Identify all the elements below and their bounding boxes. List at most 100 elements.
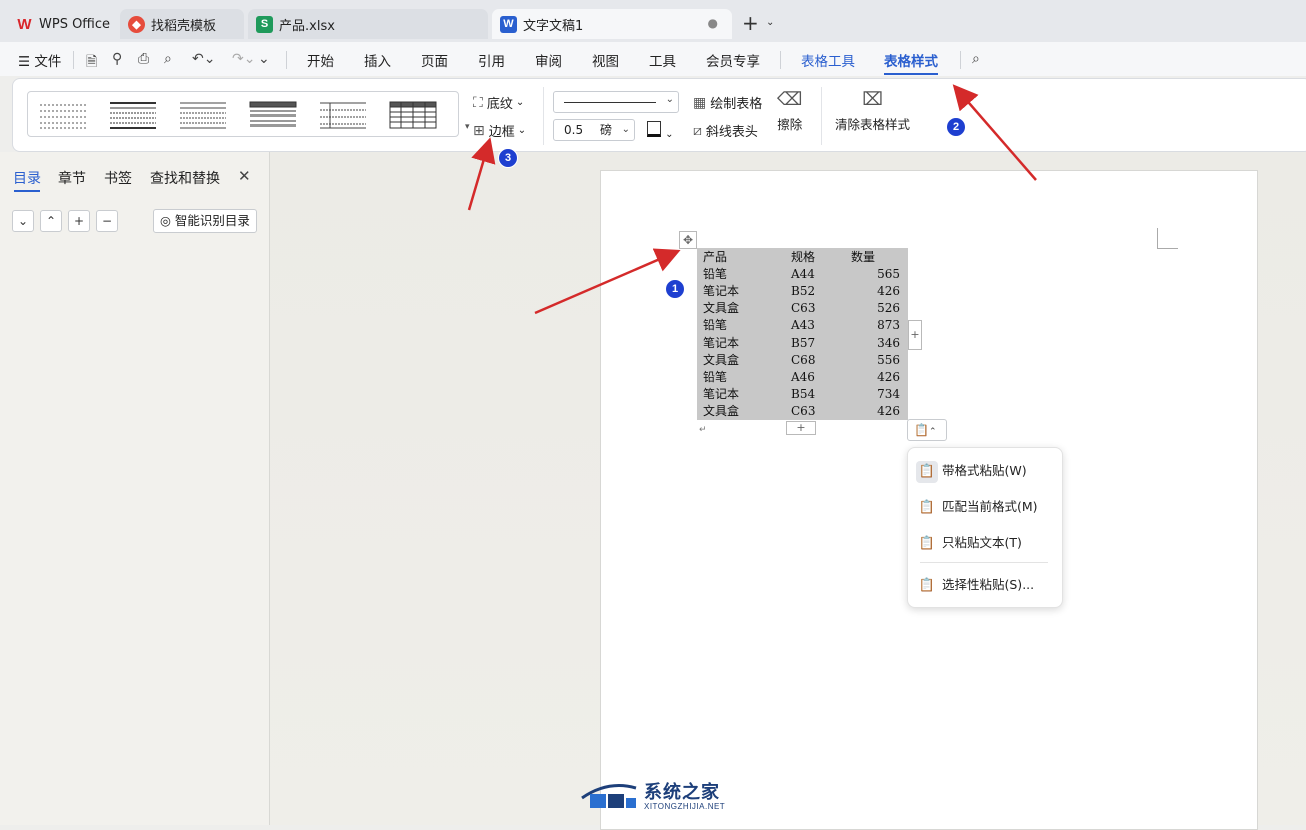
erase-button[interactable]: ⌫ 擦除 <box>777 89 802 133</box>
table-header-cell[interactable]: 数量 <box>851 249 875 266</box>
menu-review[interactable]: 审阅 <box>535 50 562 70</box>
search-icon[interactable]: ⌕ <box>972 51 980 67</box>
table-header-cell[interactable]: 规格 <box>791 249 815 266</box>
table-cell[interactable]: 文具盒 <box>703 300 739 317</box>
menu-bar: ☰ 文件 🗎 ⚲ ⎙ ⌕ ↶⌄ ↷⌄ ⌄ 开始 插入 页面 引用 审阅 视图 工… <box>0 42 1306 76</box>
menu-membership[interactable]: 会员专享 <box>706 50 760 70</box>
document-table[interactable]: 产品 规格 数量 铅笔 A44 565 笔记本 B52 426 文具盒 C63 … <box>697 248 908 420</box>
table-cell[interactable]: B52 <box>791 283 815 300</box>
tab-bookmarks[interactable]: 书签 <box>104 168 132 188</box>
table-cell[interactable]: B57 <box>791 335 815 352</box>
table-cell[interactable]: 铅笔 <box>703 369 727 386</box>
table-cell[interactable]: 笔记本 <box>703 283 739 300</box>
table-style-option[interactable] <box>178 100 228 130</box>
table-cell[interactable]: A46 <box>791 369 815 386</box>
table-cell[interactable]: 铅笔 <box>703 266 727 283</box>
table-cell[interactable]: 873 <box>860 317 900 334</box>
draw-table-button[interactable]: ▦ 绘制表格 <box>693 93 762 113</box>
tab-writer-document[interactable]: W 文字文稿1 ● <box>492 9 732 39</box>
menu-divider <box>920 562 1048 563</box>
sheet-icon: S <box>256 15 273 33</box>
clear-table-style-button[interactable]: ⌧ 清除表格样式 <box>835 89 910 133</box>
table-move-handle-icon[interactable]: ✥ <box>679 231 697 249</box>
pen-color-icon <box>647 121 661 137</box>
border-button[interactable]: ⊞ 边框 ⌄ <box>473 121 526 141</box>
table-cell[interactable]: 426 <box>860 369 900 386</box>
table-cell[interactable]: 734 <box>860 386 900 403</box>
diagonal-header-button[interactable]: ⧄ 斜线表头 <box>693 121 758 141</box>
collapse-down-icon[interactable]: ⌄ <box>12 210 34 232</box>
tab-spreadsheet[interactable]: S 产品.xlsx <box>248 9 488 39</box>
print-preview-icon[interactable]: ⌕ <box>164 51 172 67</box>
file-menu[interactable]: ☰ 文件 <box>18 50 61 70</box>
table-cell[interactable]: B54 <box>791 386 815 403</box>
new-tab-plus-icon[interactable]: + <box>742 13 759 33</box>
line-style-dropdown[interactable]: ⌄ <box>553 91 679 113</box>
table-style-option[interactable] <box>38 100 88 130</box>
menu-view[interactable]: 视图 <box>592 50 619 70</box>
paste-keep-format-item[interactable]: 📋 带格式粘贴(W) <box>916 458 1056 484</box>
table-cell[interactable]: A43 <box>791 317 815 334</box>
table-cell[interactable]: 笔记本 <box>703 335 739 352</box>
menu-insert[interactable]: 插入 <box>364 50 391 70</box>
line-width-value: 0.5 <box>564 123 584 137</box>
table-cell[interactable]: C63 <box>791 300 815 317</box>
table-cell[interactable]: 426 <box>860 283 900 300</box>
shading-button[interactable]: ⛶ 底纹 ⌄ <box>473 93 524 113</box>
table-cell[interactable]: 565 <box>860 266 900 283</box>
tab-toc[interactable]: 目录 <box>13 168 41 188</box>
menu-table-tools[interactable]: 表格工具 <box>801 50 855 70</box>
menu-references[interactable]: 引用 <box>478 50 505 70</box>
diagonal-header-icon: ⧄ <box>693 122 702 139</box>
step-badge-2: 2 <box>946 117 966 137</box>
save-icon[interactable]: 🗎 <box>86 51 97 75</box>
add-heading-icon[interactable]: + <box>68 210 90 232</box>
table-cell[interactable]: 铅笔 <box>703 317 727 334</box>
print-icon[interactable]: ⎙ <box>138 51 149 67</box>
table-cell[interactable]: 526 <box>860 300 900 317</box>
unsaved-dot-icon[interactable]: ● <box>708 16 718 30</box>
share-link-icon[interactable]: ⚲ <box>112 51 122 67</box>
table-cell[interactable]: 文具盒 <box>703 352 739 369</box>
step-badge-3: 3 <box>498 148 518 168</box>
tab-wps-office[interactable]: W WPS Office <box>8 9 116 39</box>
remove-heading-icon[interactable]: − <box>96 210 118 232</box>
smart-toc-button[interactable]: ◎ 智能识别目录 <box>153 209 257 233</box>
tab-find-replace[interactable]: 查找和替换 <box>150 168 220 188</box>
table-cell[interactable]: C63 <box>791 403 815 420</box>
table-cell[interactable]: 426 <box>860 403 900 420</box>
menu-tools[interactable]: 工具 <box>649 50 676 70</box>
add-column-plus-icon[interactable]: + <box>908 320 922 350</box>
table-header-cell[interactable]: 产品 <box>703 249 727 266</box>
table-style-option[interactable] <box>318 100 368 130</box>
pen-color-button[interactable]: ⌄ <box>647 121 674 141</box>
undo-icon[interactable]: ↶⌄ <box>192 51 215 67</box>
chevron-down-icon[interactable]: ⌄ <box>766 17 774 28</box>
paste-match-format-item[interactable]: 📋 匹配当前格式(M) <box>916 494 1056 520</box>
menu-table-style[interactable]: 表格样式 <box>884 50 938 70</box>
table-style-option[interactable] <box>108 100 158 130</box>
expand-up-icon[interactable]: ⌃ <box>40 210 62 232</box>
tab-chapters[interactable]: 章节 <box>58 168 86 188</box>
redo-icon[interactable]: ↷⌄ <box>232 51 255 67</box>
add-row-plus-icon[interactable]: + <box>786 421 816 435</box>
table-cell[interactable]: C68 <box>791 352 815 369</box>
table-cell[interactable]: 笔记本 <box>703 386 739 403</box>
gallery-expand-icon[interactable]: ▾ <box>465 122 470 132</box>
table-cell[interactable]: 文具盒 <box>703 403 739 420</box>
quick-access-more-icon[interactable]: ⌄ <box>258 51 270 67</box>
paste-options-button[interactable]: 📋⌃ <box>907 419 947 441</box>
table-cell[interactable]: 346 <box>860 335 900 352</box>
paste-text-only-item[interactable]: 📋 只粘贴文本(T) <box>916 530 1056 556</box>
table-style-option[interactable] <box>248 100 298 130</box>
menu-home[interactable]: 开始 <box>307 50 334 70</box>
table-cell[interactable]: A44 <box>791 266 815 283</box>
close-icon[interactable]: ✕ <box>238 167 251 185</box>
table-style-ribbon: ▾ ⛶ 底纹 ⌄ ⊞ 边框 ⌄ ⌄ 0.5 磅 ⌄ ⌄ ▦ 绘制表格 ⧄ 斜线表… <box>12 78 1306 152</box>
table-cell[interactable]: 556 <box>860 352 900 369</box>
tab-docer-templates[interactable]: ◆ 找稻壳模板 <box>120 9 244 39</box>
paste-special-item[interactable]: 📋 选择性粘贴(S)... <box>916 572 1056 598</box>
line-width-dropdown[interactable]: 0.5 磅 ⌄ <box>553 119 635 141</box>
menu-page[interactable]: 页面 <box>421 50 448 70</box>
table-style-option[interactable] <box>388 100 438 130</box>
